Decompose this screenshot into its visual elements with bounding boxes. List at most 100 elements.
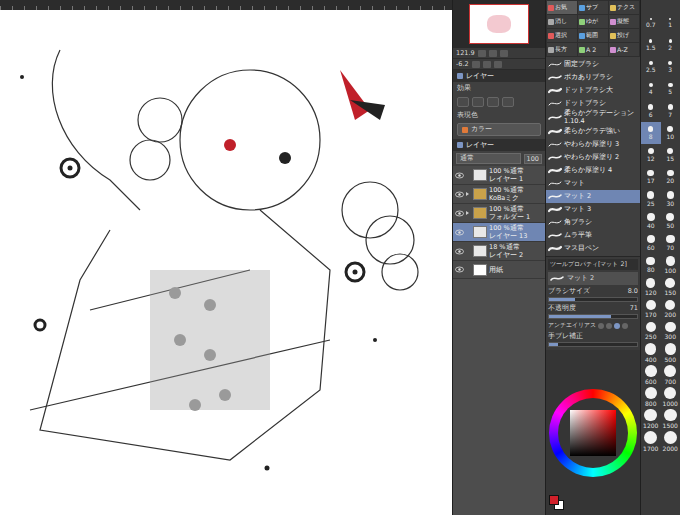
brush-row[interactable]: マット xyxy=(546,177,640,190)
brush-row[interactable]: マス目ペン xyxy=(546,242,640,255)
brush-row[interactable]: 固定ブラシ xyxy=(546,58,640,71)
brush-size-item[interactable]: 170 xyxy=(641,298,661,320)
sub-tool-tab[interactable]: 範囲 xyxy=(578,29,608,42)
sub-tool-tab[interactable]: お気 xyxy=(547,1,577,14)
layer-row[interactable]: 18 %通常レイヤー 2 xyxy=(453,242,545,261)
brush-size-item[interactable]: 12 xyxy=(641,144,661,166)
layer-row[interactable]: 100 %通常レイヤー 13 xyxy=(453,223,545,242)
folder-arrow-icon[interactable] xyxy=(466,249,471,253)
brush-size-item[interactable]: 1000 xyxy=(661,386,680,408)
layer-tab[interactable]: レイヤー xyxy=(453,139,545,151)
brush-size-item[interactable]: 700 xyxy=(661,364,680,386)
color-square[interactable] xyxy=(570,410,616,456)
brush-size-item[interactable]: 3 xyxy=(661,56,680,78)
color-mode-dropdown[interactable]: カラー xyxy=(457,123,541,136)
brush-size-item[interactable]: 200 xyxy=(661,298,680,320)
brush-row[interactable]: ムラ平筆 xyxy=(546,229,640,242)
folder-arrow-icon[interactable] xyxy=(466,268,471,272)
visibility-eye-icon[interactable] xyxy=(455,248,464,255)
visibility-eye-icon[interactable] xyxy=(455,266,464,273)
brush-size-item[interactable]: 15 xyxy=(661,144,680,166)
brush-size-item[interactable]: 1500 xyxy=(661,408,680,430)
brush-size-item[interactable]: 800 xyxy=(641,386,661,408)
sub-tool-tab[interactable]: 長方 xyxy=(547,43,577,56)
brush-size-item[interactable]: 17 xyxy=(641,166,661,188)
folder-arrow-icon[interactable] xyxy=(466,230,471,234)
brush-size-item[interactable]: 150 xyxy=(661,276,680,298)
brush-size-item[interactable]: 1700 xyxy=(641,430,661,452)
visibility-eye-icon[interactable] xyxy=(455,210,464,217)
effect-icon[interactable] xyxy=(472,97,484,107)
layer-property-tab[interactable]: レイヤー xyxy=(453,70,545,82)
brush-size-item[interactable]: 1200 xyxy=(641,408,661,430)
brush-row[interactable]: ボカありブラシ xyxy=(546,71,640,84)
brush-size-item[interactable]: 120 xyxy=(641,276,661,298)
brush-row[interactable]: 角ブラシ xyxy=(546,216,640,229)
brush-row[interactable]: やわらか厚塗り 3 xyxy=(546,138,640,151)
brush-size-item[interactable]: 8 xyxy=(641,122,661,144)
color-swatch[interactable] xyxy=(549,495,559,505)
sub-tool-tab[interactable]: A-Z xyxy=(609,43,639,56)
canvas[interactable] xyxy=(0,10,452,515)
brush-size-item[interactable]: 600 xyxy=(641,364,661,386)
brush-size-item[interactable]: 1 xyxy=(661,12,680,34)
folder-arrow-icon[interactable] xyxy=(466,173,471,177)
brush-size-item[interactable]: 2 xyxy=(661,34,680,56)
sub-tool-tab[interactable]: ゆが xyxy=(578,15,608,28)
blend-mode-dropdown[interactable]: 通常 xyxy=(456,153,521,164)
visibility-eye-icon[interactable] xyxy=(455,191,464,198)
brush-size-item[interactable]: 100 xyxy=(661,254,680,276)
brush-size-item[interactable]: 4 xyxy=(641,78,661,100)
sub-tool-tab[interactable]: 投げ xyxy=(609,29,639,42)
brush-size-item[interactable]: 70 xyxy=(661,232,680,254)
antialias-option[interactable] xyxy=(614,323,620,329)
zoom-row[interactable]: 121.9 xyxy=(453,48,545,59)
sub-tool-tab[interactable]: テクス xyxy=(609,1,639,14)
brush-row[interactable]: ドットブラシ大 xyxy=(546,84,640,97)
brush-size-item[interactable]: 250 xyxy=(641,320,661,342)
brush-size-item[interactable]: 5 xyxy=(661,78,680,100)
brush-size-item[interactable]: 2000 xyxy=(661,430,680,452)
effect-icon[interactable] xyxy=(502,97,514,107)
antialias-option[interactable] xyxy=(598,323,604,329)
layer-row[interactable]: 100 %通常フォルダー 1 xyxy=(453,204,545,223)
sub-tool-tab[interactable]: 選択 xyxy=(547,29,577,42)
brush-size-item[interactable]: 25 xyxy=(641,188,661,210)
stabilizer-slider[interactable]: 手ブレ補正 xyxy=(548,332,638,347)
brush-size-item[interactable]: 10 xyxy=(661,122,680,144)
sub-tool-tab[interactable]: 擬態 xyxy=(609,15,639,28)
brush-size-item[interactable]: 0.7 xyxy=(641,12,661,34)
property-slider[interactable]: 不透明度71 xyxy=(548,304,638,319)
antialias-option[interactable] xyxy=(606,323,612,329)
visibility-eye-icon[interactable] xyxy=(455,229,464,236)
brush-row[interactable]: 柔らか厚塗り 4 xyxy=(546,164,640,177)
brush-size-item[interactable]: 500 xyxy=(661,342,680,364)
layer-row[interactable]: 用紙 xyxy=(453,261,545,279)
brush-size-item[interactable]: 60 xyxy=(641,232,661,254)
brush-size-item[interactable]: 2.5 xyxy=(641,56,661,78)
brush-row[interactable]: やわらか厚塗り 2 xyxy=(546,151,640,164)
opacity-field[interactable]: 100 xyxy=(524,154,542,164)
navigator[interactable] xyxy=(453,0,545,48)
brush-row[interactable]: 柔らかグラデーション 1.10.4 xyxy=(546,110,640,125)
layer-row[interactable]: 100 %通常KoBaミク xyxy=(453,185,545,204)
brush-size-item[interactable]: 7 xyxy=(661,100,680,122)
brush-size-item[interactable]: 1.5 xyxy=(641,34,661,56)
color-wheel[interactable] xyxy=(549,389,637,477)
brush-size-item[interactable]: 80 xyxy=(641,254,661,276)
effect-icon[interactable] xyxy=(487,97,499,107)
brush-row[interactable]: ドットブラシ xyxy=(546,97,640,110)
property-slider[interactable]: ブラシサイズ8.0 xyxy=(548,287,638,302)
brush-size-item[interactable]: 6 xyxy=(641,100,661,122)
brush-row[interactable]: マット 2 xyxy=(546,190,640,203)
brush-size-item[interactable]: 40 xyxy=(641,210,661,232)
brush-size-item[interactable]: 300 xyxy=(661,320,680,342)
brush-size-item[interactable]: 30 xyxy=(661,188,680,210)
folder-arrow-icon[interactable] xyxy=(466,192,471,196)
visibility-eye-icon[interactable] xyxy=(455,172,464,179)
brush-size-item[interactable]: 20 xyxy=(661,166,680,188)
brush-row[interactable]: 柔らかグラデ強い xyxy=(546,125,640,138)
brush-row[interactable]: マット 3 xyxy=(546,203,640,216)
brush-size-item[interactable]: 400 xyxy=(641,342,661,364)
angle-row[interactable]: -6.2 xyxy=(453,59,545,70)
